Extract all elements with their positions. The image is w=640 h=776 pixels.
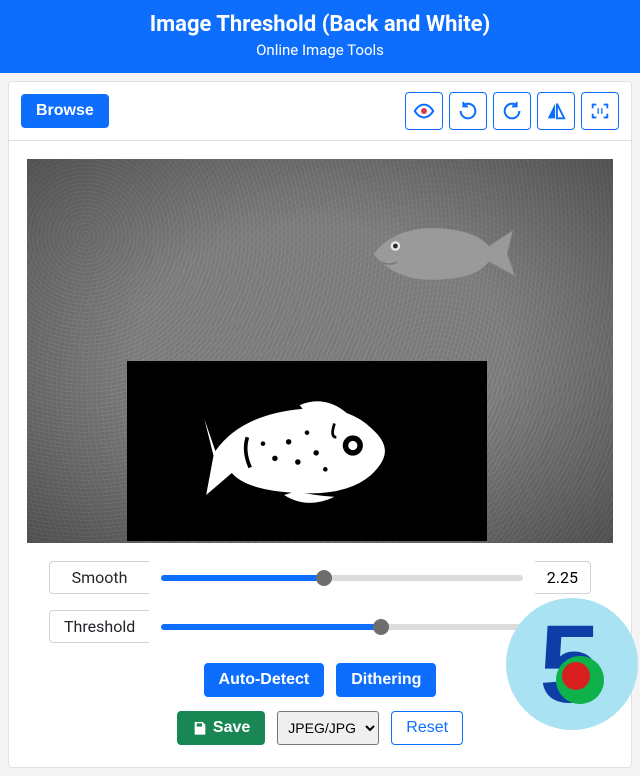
reset-button[interactable]: Reset <box>391 711 463 745</box>
rotate-ccw-button[interactable] <box>449 92 487 130</box>
auto-detect-button[interactable]: Auto-Detect <box>204 663 325 697</box>
thresholded-fish <box>197 381 417 521</box>
format-select[interactable]: JPEG/JPG <box>277 711 379 745</box>
source-object <box>357 214 517 294</box>
smooth-thumb[interactable] <box>316 570 332 586</box>
reset-label: Reset <box>406 719 448 737</box>
brand-logo[interactable]: 5 <box>500 592 640 732</box>
page-subtitle: Online Image Tools <box>0 41 640 59</box>
eye-icon <box>413 100 435 122</box>
threshold-thumb[interactable] <box>373 619 389 635</box>
smooth-value: 2.25 <box>535 561 591 594</box>
threshold-label: Threshold <box>49 610 149 643</box>
fit-button[interactable] <box>581 92 619 130</box>
toolbar: Browse <box>9 82 631 141</box>
fit-icon <box>589 100 611 122</box>
compare-button[interactable] <box>405 92 443 130</box>
smooth-fill <box>161 575 324 581</box>
save-label: Save <box>213 719 250 737</box>
toolbar-icon-group <box>405 92 619 130</box>
smooth-slider-row: Smooth 2.25 <box>49 561 591 594</box>
page-title: Image Threshold (Back and White) <box>0 12 640 37</box>
rotate-ccw-icon <box>457 100 479 122</box>
save-button[interactable]: Save <box>177 711 265 745</box>
threshold-preview <box>127 361 487 541</box>
smooth-slider[interactable] <box>149 561 535 594</box>
threshold-slider[interactable] <box>149 610 539 643</box>
image-preview[interactable] <box>27 159 613 543</box>
rotate-cw-button[interactable] <box>493 92 531 130</box>
canvas-area <box>27 159 613 543</box>
dithering-label: Dithering <box>351 671 421 689</box>
rotate-cw-icon <box>501 100 523 122</box>
app-header: Image Threshold (Back and White) Online … <box>0 0 640 73</box>
flip-button[interactable] <box>537 92 575 130</box>
auto-detect-label: Auto-Detect <box>219 671 310 689</box>
smooth-label: Smooth <box>49 561 149 594</box>
dithering-button[interactable]: Dithering <box>336 663 436 697</box>
browse-button[interactable]: Browse <box>21 94 109 128</box>
flip-icon <box>545 100 567 122</box>
save-icon <box>192 720 208 736</box>
threshold-fill <box>161 624 380 630</box>
browse-label: Browse <box>36 102 94 120</box>
